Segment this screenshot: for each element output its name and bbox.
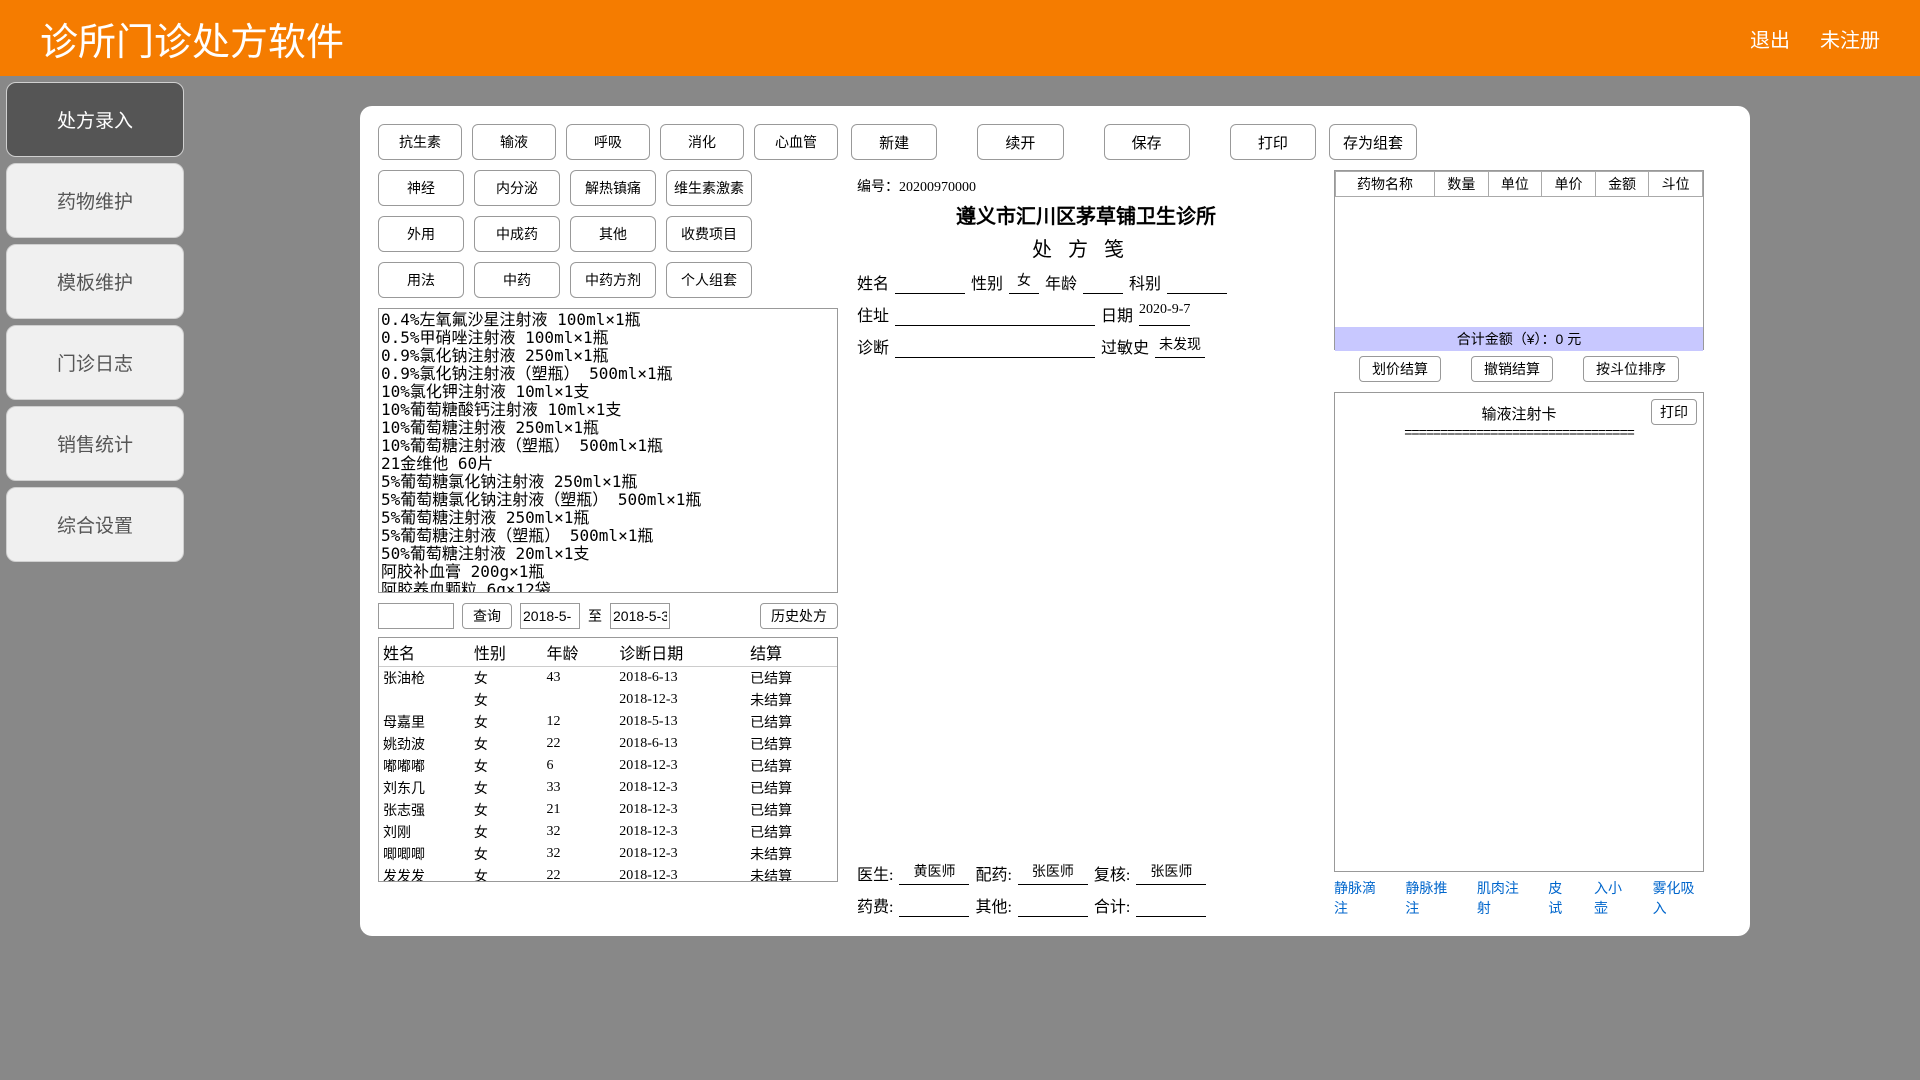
legend-item: 静脉推注	[1405, 878, 1456, 918]
drug-list-item[interactable]: 0.4%左氧氟沙星注射液 100ml×1瓶	[381, 311, 835, 329]
inj-card-title: 输液注射卡	[1341, 403, 1697, 424]
drug-list-item[interactable]: 0.9%氯化钠注射液（塑瓶） 500ml×1瓶	[381, 365, 835, 383]
app-title: 诊所门诊处方软件	[40, 11, 344, 66]
date-to-input[interactable]	[610, 603, 670, 629]
diag-field[interactable]	[895, 334, 1095, 358]
table-row[interactable]: 张志强女212018-12-3已结算	[379, 799, 837, 821]
rx-no-label: 编号：	[857, 180, 899, 195]
drug-list-item[interactable]: 5%葡萄糖氯化钠注射液 250ml×1瓶	[381, 473, 835, 491]
age-field[interactable]	[1083, 270, 1123, 294]
save-button[interactable]: 保存	[1104, 124, 1190, 160]
drug-list-item[interactable]: 10%葡萄糖注射液（塑瓶） 500ml×1瓶	[381, 437, 835, 455]
sidebar-item-5[interactable]: 综合设置	[6, 487, 184, 562]
table-row[interactable]: 唧唧唧女322018-12-3未结算	[379, 843, 837, 865]
drug-list-item[interactable]: 10%氯化钾注射液 10ml×1支	[381, 383, 835, 401]
dept-field[interactable]	[1167, 270, 1227, 294]
patient-table[interactable]: 姓名性别年龄诊断日期结算 张油枪女432018-6-13已结算女2018-12-…	[379, 638, 837, 882]
category-button[interactable]: 内分泌	[474, 170, 560, 206]
table-row[interactable]: 母嘉里女122018-5-13已结算	[379, 711, 837, 733]
query-input[interactable]	[378, 603, 454, 629]
sidebar-item-3[interactable]: 门诊日志	[6, 325, 184, 400]
addr-field[interactable]	[895, 302, 1095, 326]
rx-body[interactable]	[857, 358, 1315, 853]
new-button[interactable]: 新建	[851, 124, 937, 160]
rx-subtitle: 处方笺	[857, 233, 1315, 262]
history-button[interactable]: 历史处方	[760, 603, 838, 629]
legend-item: 雾化吸入	[1653, 878, 1704, 918]
legend-item: 肌肉注射	[1477, 878, 1528, 918]
table-row[interactable]: 张油枪女432018-6-13已结算	[379, 667, 837, 690]
table-row[interactable]: 姚劲波女222018-6-13已结算	[379, 733, 837, 755]
category-button[interactable]: 外用	[378, 216, 464, 252]
date-from-input[interactable]	[520, 603, 580, 629]
query-button[interactable]: 查询	[462, 603, 512, 629]
table-row[interactable]: 嘟嘟嘟女62018-12-3已结算	[379, 755, 837, 777]
category-button[interactable]: 个人组套	[666, 262, 752, 298]
category-button[interactable]: 心血管	[754, 124, 838, 160]
category-button[interactable]: 神经	[378, 170, 464, 206]
cancel-settle-button[interactable]: 撤销结算	[1471, 356, 1553, 382]
category-button[interactable]: 用法	[378, 262, 464, 298]
sort-button[interactable]: 按斗位排序	[1583, 356, 1679, 382]
name-field[interactable]	[895, 270, 965, 294]
inj-print-button[interactable]: 打印	[1651, 399, 1697, 425]
date-field[interactable]: 2020-9-7	[1139, 302, 1190, 326]
table-row[interactable]: 刘刚女322018-12-3已结算	[379, 821, 837, 843]
category-button[interactable]: 中成药	[474, 216, 560, 252]
date-to-label: 至	[588, 606, 602, 626]
category-button[interactable]: 输液	[472, 124, 556, 160]
legend-item: 静脉滴注	[1334, 878, 1385, 918]
rx-no: 20200970000	[899, 180, 976, 195]
drug-list-item[interactable]: 10%葡萄糖酸钙注射液 10ml×1支	[381, 401, 835, 419]
category-button[interactable]: 其他	[570, 216, 656, 252]
table-row[interactable]: 发发发女222018-12-3未结算	[379, 865, 837, 882]
category-button[interactable]: 呼吸	[566, 124, 650, 160]
category-button[interactable]: 解热镇痛	[570, 170, 656, 206]
sidebar-item-2[interactable]: 模板维护	[6, 244, 184, 319]
legend-item: 入小壶	[1594, 878, 1633, 918]
table-row[interactable]: 女2018-12-3未结算	[379, 689, 837, 711]
unregistered-link[interactable]: 未注册	[1820, 24, 1880, 53]
sidebar-item-0[interactable]: 处方录入	[6, 82, 184, 157]
table-row[interactable]: 刘东几女332018-12-3已结算	[379, 777, 837, 799]
category-button[interactable]: 中药方剂	[570, 262, 656, 298]
drug-list-item[interactable]: 0.9%氯化钠注射液 250ml×1瓶	[381, 347, 835, 365]
total-amount: 合计金额（¥）：0 元	[1335, 327, 1703, 351]
continue-button[interactable]: 续开	[977, 124, 1063, 160]
clinic-title: 遵义市汇川区茅草铺卫生诊所	[857, 200, 1315, 229]
drug-list-item[interactable]: 0.5%甲硝唑注射液 100ml×1瓶	[381, 329, 835, 347]
drug-list[interactable]: 0.4%左氧氟沙星注射液 100ml×1瓶0.5%甲硝唑注射液 100ml×1瓶…	[378, 308, 838, 593]
drug-list-item[interactable]: 阿胶养血颗粒 6g×12袋	[381, 581, 835, 593]
drug-list-item[interactable]: 50%葡萄糖注射液 20ml×1支	[381, 545, 835, 563]
sex-field[interactable]: 女	[1009, 270, 1039, 294]
calc-settle-button[interactable]: 划价结算	[1359, 356, 1441, 382]
drug-list-item[interactable]: 阿胶补血膏 200g×1瓶	[381, 563, 835, 581]
category-button[interactable]: 收费项目	[666, 216, 752, 252]
sidebar-item-4[interactable]: 销售统计	[6, 406, 184, 481]
sidebar-item-1[interactable]: 药物维护	[6, 163, 184, 238]
category-button[interactable]: 消化	[660, 124, 744, 160]
inj-divider: ================================	[1341, 424, 1697, 440]
drug-list-item[interactable]: 5%葡萄糖氯化钠注射液（塑瓶） 500ml×1瓶	[381, 491, 835, 509]
legend-item: 皮试	[1548, 878, 1574, 918]
saveas-button[interactable]: 存为组套	[1329, 124, 1417, 160]
category-button[interactable]: 中药	[474, 262, 560, 298]
drug-list-item[interactable]: 5%葡萄糖注射液 250ml×1瓶	[381, 509, 835, 527]
rx-drug-table[interactable]: 药物名称数量单位单价金额斗位	[1335, 171, 1703, 327]
drug-list-item[interactable]: 10%葡萄糖注射液 250ml×1瓶	[381, 419, 835, 437]
category-button[interactable]: 维生素激素	[666, 170, 752, 206]
logout-link[interactable]: 退出	[1750, 24, 1790, 53]
print-button[interactable]: 打印	[1230, 124, 1316, 160]
category-button[interactable]: 抗生素	[378, 124, 462, 160]
drug-list-item[interactable]: 5%葡萄糖注射液（塑瓶） 500ml×1瓶	[381, 527, 835, 545]
allergy-field[interactable]: 未发现	[1155, 334, 1205, 358]
drug-list-item[interactable]: 21金维他 60片	[381, 455, 835, 473]
